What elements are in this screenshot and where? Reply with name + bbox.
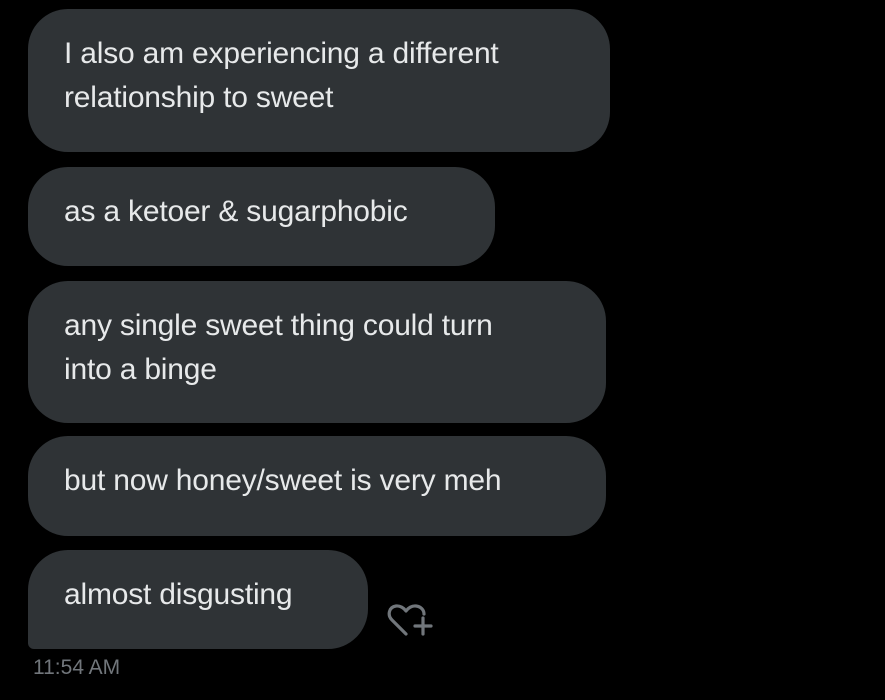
message-bubble[interactable]: as a ketoer & sugarphobic: [28, 167, 495, 266]
add-reaction-button[interactable]: [386, 598, 440, 646]
message-timestamp: 11:54 AM: [33, 656, 121, 679]
message-bubble[interactable]: but now honey/sweet is very meh: [28, 436, 606, 536]
message-bubble[interactable]: I also am experiencing a different relat…: [28, 9, 610, 152]
message-bubble[interactable]: almost disgusting: [28, 550, 368, 649]
heart-plus-icon: [387, 604, 433, 636]
message-bubble[interactable]: any single sweet thing could turn into a…: [28, 281, 606, 423]
